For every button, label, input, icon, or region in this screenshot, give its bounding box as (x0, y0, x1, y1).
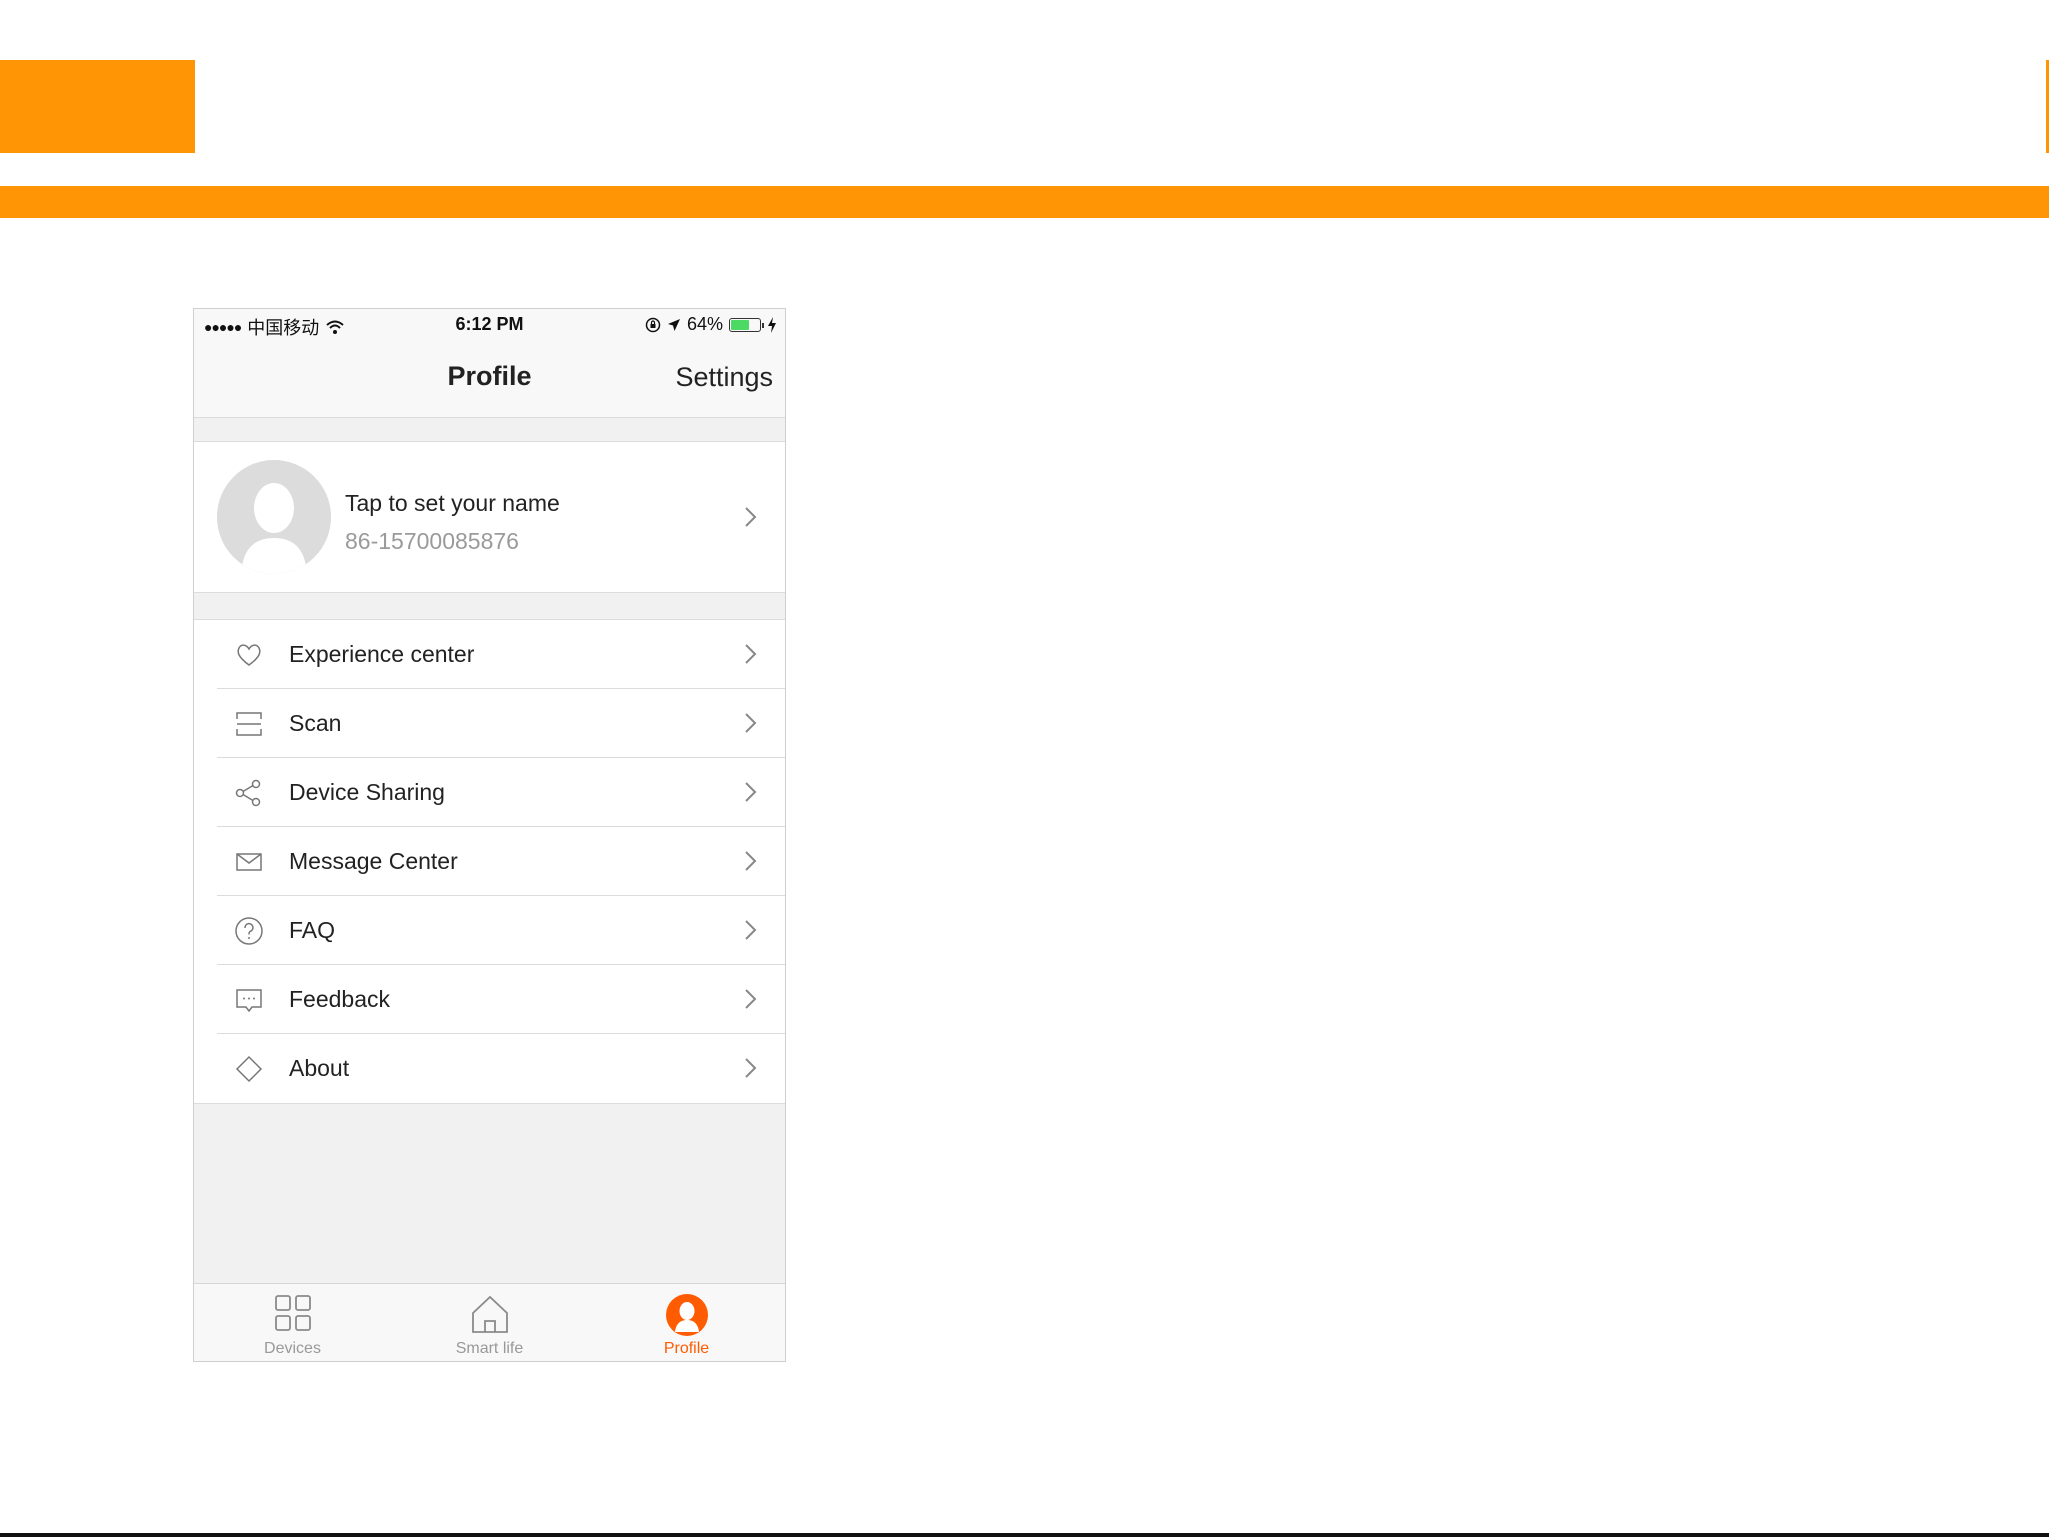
menu-item-label: FAQ (289, 917, 336, 943)
tab-label: Devices (264, 1340, 321, 1357)
profile-menu: Experience center Scan Device Sharing Me… (194, 619, 785, 1104)
tab-bar: Devices Smart life Profile (194, 1283, 785, 1361)
battery-percent: 64% (686, 314, 723, 334)
settings-button[interactable]: Settings (675, 362, 773, 393)
default-avatar-icon (217, 460, 331, 574)
chevron-right-icon (745, 507, 757, 527)
mail-icon (236, 853, 262, 871)
feedback-icon (236, 989, 262, 1013)
chevron-right-icon (745, 644, 757, 664)
menu-item-message-center[interactable]: Message Center (194, 827, 785, 896)
person-icon (665, 1294, 708, 1336)
diamond-icon (235, 1055, 263, 1083)
tab-smart-life[interactable]: Smart life (391, 1284, 588, 1361)
tab-label: Profile (663, 1340, 710, 1357)
charging-bolt-icon (768, 316, 776, 333)
share-icon (235, 779, 261, 807)
tab-label: Smart life (455, 1340, 524, 1357)
menu-item-feedback[interactable]: Feedback (194, 965, 785, 1034)
chevron-right-icon (745, 1058, 757, 1078)
menu-item-experience-center[interactable]: Experience center (194, 620, 785, 689)
question-icon (235, 917, 263, 945)
navigation-bar: Profile Settings (194, 341, 785, 418)
menu-item-scan[interactable]: Scan (194, 689, 785, 758)
location-arrow-icon (667, 318, 680, 331)
menu-item-label: Experience center (289, 641, 475, 667)
chevron-right-icon (745, 851, 757, 871)
scan-icon (236, 712, 262, 736)
battery-icon (729, 317, 764, 332)
menu-item-faq[interactable]: FAQ (194, 896, 785, 965)
menu-item-label: Device Sharing (289, 779, 445, 805)
rotation-lock-icon (645, 317, 661, 332)
battery-level-fill (731, 319, 749, 330)
menu-item-about[interactable]: About (194, 1034, 785, 1103)
chevron-right-icon (745, 782, 757, 802)
tab-devices[interactable]: Devices (194, 1284, 391, 1361)
menu-item-device-sharing[interactable]: Device Sharing (194, 758, 785, 827)
chevron-right-icon (745, 713, 757, 733)
profile-phone: 86-15700085876 (345, 528, 519, 554)
tab-profile[interactable]: Profile (588, 1284, 785, 1361)
profile-card[interactable]: Tap to set your name 86-15700085876 (194, 441, 785, 593)
menu-item-label: Feedback (289, 986, 391, 1012)
menu-item-label: Scan (289, 710, 342, 736)
menu-item-label: Message Center (289, 848, 458, 874)
grid-icon (274, 1295, 311, 1331)
chevron-right-icon (745, 989, 757, 1009)
header-accent-block (0, 60, 195, 153)
chevron-right-icon (745, 920, 757, 940)
home-icon (471, 1295, 508, 1333)
phone-screenshot: ●●●●● 中国移动 6:12 PM 64% Profile Settings … (193, 308, 786, 1362)
avatar[interactable] (217, 460, 331, 574)
status-bar: ●●●●● 中国移动 6:12 PM 64% (194, 309, 785, 341)
profile-name: Tap to set your name (345, 490, 560, 516)
bottom-rule (0, 1533, 2049, 1537)
menu-item-label: About (289, 1055, 350, 1081)
heart-icon (237, 644, 261, 666)
header-accent-band (0, 186, 2049, 218)
